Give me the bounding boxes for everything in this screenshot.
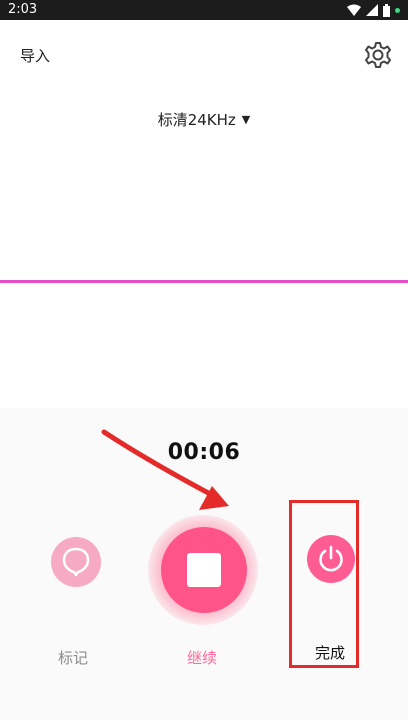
highlight-box — [289, 500, 359, 668]
balloon-icon — [62, 547, 90, 577]
stop-icon — [187, 553, 221, 587]
settings-button[interactable] — [364, 41, 392, 69]
continue-label: 继续 — [187, 649, 218, 667]
gear-icon — [365, 42, 391, 68]
dropdown-caret-icon: ▼ — [241, 113, 251, 126]
status-icons — [347, 3, 400, 17]
mark-label: 标记 — [58, 649, 89, 667]
status-time: 2:03 — [8, 2, 38, 17]
import-button[interactable]: 导入 — [20, 45, 50, 66]
mark-button[interactable] — [51, 537, 101, 587]
battery-icon — [383, 3, 390, 17]
recording-timer: 00:06 — [167, 440, 241, 465]
notification-dot — [395, 7, 400, 13]
stop-button[interactable] — [161, 527, 247, 613]
wifi-icon — [347, 4, 361, 16]
signal-icon — [366, 4, 378, 16]
waveform-line — [0, 280, 408, 283]
status-bar: 2:03 — [0, 0, 408, 20]
quality-dropdown[interactable]: 标清24KHz ▼ — [0, 109, 408, 130]
quality-label: 标清24KHz — [157, 111, 236, 129]
